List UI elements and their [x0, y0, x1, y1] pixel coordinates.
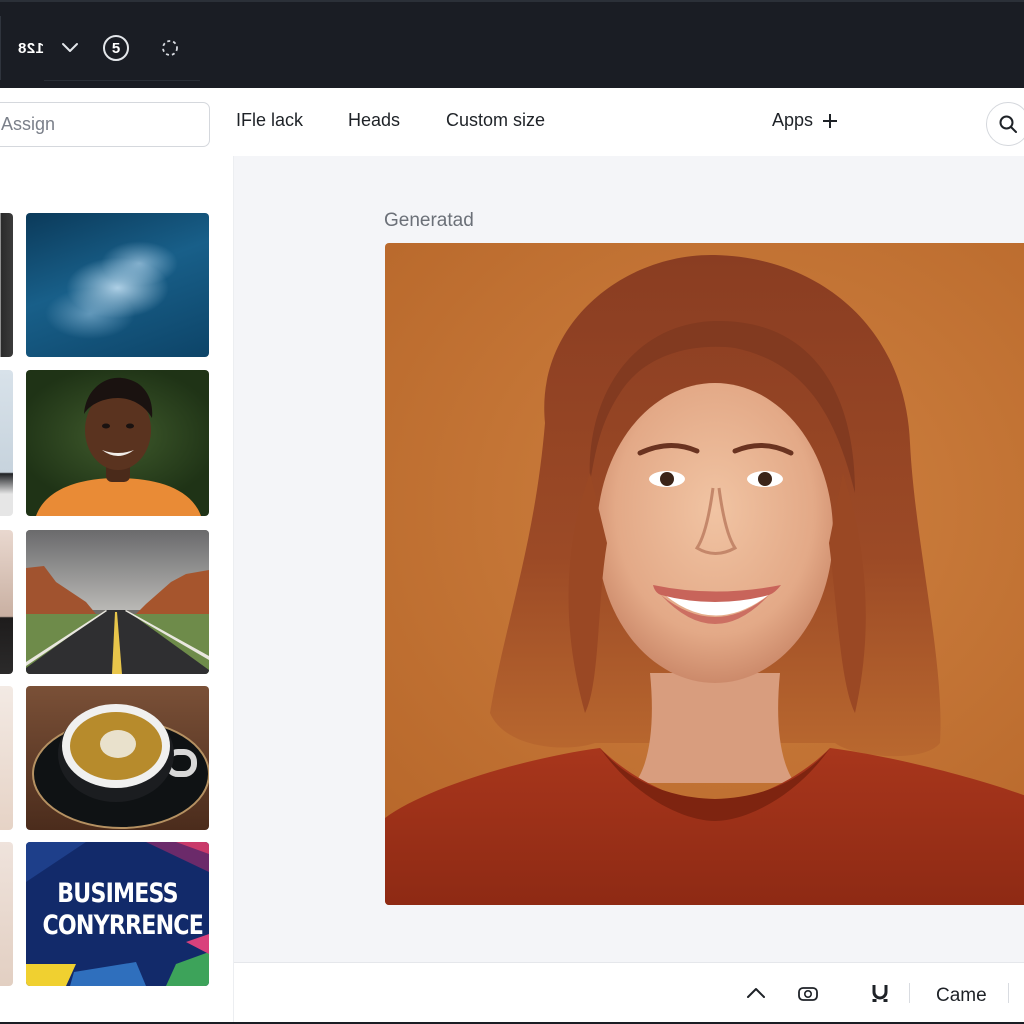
generated-label: Generatad [384, 210, 474, 231]
plus-icon [823, 113, 838, 128]
step-badge-number: 5 [111, 39, 121, 57]
search-icon [999, 115, 1017, 133]
magnet-icon[interactable] [866, 977, 894, 1009]
thumbnail-partial[interactable] [0, 370, 13, 516]
loading-spinner-icon [142, 16, 198, 80]
thumbnail-partial[interactable] [0, 530, 13, 674]
toolbar-divider [909, 983, 910, 1003]
chevron-down-icon[interactable] [44, 16, 96, 80]
poster-title-line-2: CONYRRENCE [42, 910, 204, 941]
bottom-toolbar: Came [234, 962, 1024, 1022]
thumbnail-partial[interactable] [0, 686, 13, 830]
menu-file-lack[interactable]: IFle lack [236, 110, 303, 131]
canvas-area: Generatad [234, 156, 1024, 962]
menu-apps-label: Apps [772, 110, 814, 130]
thumbnail-coffee-image[interactable] [26, 686, 209, 830]
menu-custom-size[interactable]: Custom size [446, 110, 545, 131]
title-bar-divider [44, 80, 200, 81]
assign-search-input[interactable] [0, 102, 210, 147]
thumbnail-person-image[interactable] [26, 370, 209, 516]
app-workspace: IFle lack Heads Custom size Apps [0, 88, 1024, 1022]
thumbnail-smoke-image[interactable] [26, 213, 209, 357]
generated-portrait-image[interactable] [385, 243, 1024, 905]
counter-label: 128 [0, 16, 44, 80]
menu-heads[interactable]: Heads [348, 110, 400, 131]
toolbar-divider [1008, 983, 1009, 1003]
search-button[interactable] [986, 102, 1024, 146]
thumbnail-partial[interactable] [0, 213, 13, 357]
menu-apps[interactable]: Apps [772, 110, 838, 131]
thumbnail-road-image[interactable] [26, 530, 209, 674]
thumbnail-partial[interactable] [0, 842, 13, 986]
came-button[interactable]: Came [936, 985, 987, 1007]
image-library-panel: BUSIMESS CONYRRENCE [0, 156, 234, 1022]
toolbar: IFle lack Heads Custom size Apps [0, 88, 1024, 156]
camera-icon[interactable] [794, 977, 822, 1009]
thumbnail-poster-image[interactable]: BUSIMESS CONYRRENCE [26, 842, 209, 986]
title-bar-controls: 128 5 [0, 16, 198, 80]
step-badge[interactable]: 5 [96, 16, 136, 80]
poster-title-line-1: BUSIMESS [57, 878, 178, 909]
chevron-up-icon[interactable] [742, 977, 770, 1009]
title-bar: 128 5 [0, 0, 1024, 88]
